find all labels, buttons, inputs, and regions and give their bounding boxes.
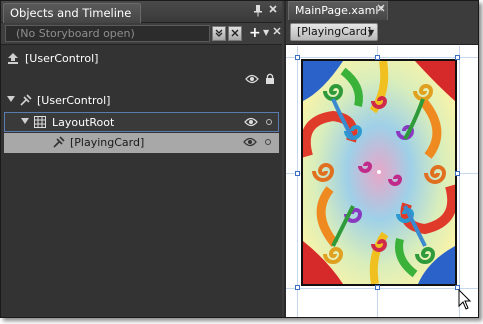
panel-titlebar: Objects and Timeline: [1, 1, 282, 23]
resize-handle-top-right[interactable]: [455, 55, 460, 60]
usercontrol-label: [UserControl]: [37, 94, 111, 107]
blend-window: Objects and Timeline (No Storyboard open…: [0, 0, 479, 318]
layoutroot-eye-icon[interactable]: [244, 117, 258, 127]
objects-and-timeline-panel: Objects and Timeline (No Storyboard open…: [1, 1, 282, 317]
resize-handle-bottom[interactable]: [375, 285, 380, 290]
guide-line-top: [286, 57, 478, 58]
storyboard-toolbar: (No Storyboard open) + ▼: [1, 23, 282, 45]
layoutroot-lock-dot-icon[interactable]: [266, 119, 272, 125]
layoutroot-label: LayoutRoot: [52, 116, 115, 129]
resize-handle-top-left[interactable]: [295, 55, 300, 60]
breadcrumb-label: [PlayingCard]: [297, 25, 372, 38]
pin-icon[interactable]: [253, 5, 263, 17]
design-surface-panel: MainPage.xaml* [PlayingCard] ▼: [284, 1, 478, 317]
document-tab-label: MainPage.xaml*: [295, 4, 384, 17]
breadcrumb-playingcard-button[interactable]: [PlayingCard] ▼: [290, 23, 378, 41]
resize-handle-top[interactable]: [375, 55, 380, 60]
document-tabbar: MainPage.xaml*: [286, 1, 478, 20]
resize-handle-bottom-left[interactable]: [295, 285, 300, 290]
close-storyboard-button[interactable]: [228, 26, 242, 41]
document-tab[interactable]: MainPage.xaml*: [288, 1, 388, 20]
playing-card-artwork[interactable]: [301, 59, 457, 286]
tree-item-usercontrol[interactable]: [UserControl]: [1, 91, 282, 111]
guide-line-right: [459, 46, 460, 317]
storyboard-dropdown-button[interactable]: [212, 26, 226, 41]
new-storyboard-button[interactable]: +: [249, 25, 261, 41]
playingcard-lock-dot-icon[interactable]: [265, 139, 271, 145]
close-document-icon[interactable]: [377, 4, 385, 15]
panel-title-tab[interactable]: Objects and Timeline: [3, 3, 141, 23]
visibility-all-eye-icon[interactable]: [245, 74, 259, 84]
scope-up-icon[interactable]: [7, 53, 19, 64]
guide-line-left: [297, 46, 298, 317]
tree-item-layoutroot[interactable]: LayoutRoot: [4, 112, 279, 132]
close-icon[interactable]: [268, 4, 278, 16]
scope-root-label: [UserControl]: [25, 52, 99, 65]
expand-layoutroot-chevron-icon[interactable]: [21, 118, 29, 124]
tree-item-playingcard[interactable]: [PlayingCard]: [4, 133, 279, 153]
resize-handle-right[interactable]: [455, 171, 460, 176]
object-tree: [UserControl] [UserControl] LayoutRoot […: [1, 45, 282, 317]
artboard[interactable]: [286, 46, 478, 317]
chevron-down-icon: ▼: [368, 28, 375, 37]
grid-icon: [34, 116, 46, 128]
playingcard-label: [PlayingCard]: [70, 136, 145, 149]
mouse-pointer-icon: [458, 288, 472, 311]
usercontrol-instance-icon: [53, 136, 65, 148]
expand-usercontrol-chevron-icon[interactable]: [7, 96, 15, 102]
breadcrumb-bar: [PlayingCard] ▼: [286, 20, 478, 45]
delete-storyboard-icon[interactable]: [272, 26, 282, 39]
usercontrol-icon: [20, 94, 32, 106]
playingcard-eye-icon[interactable]: [243, 137, 257, 147]
lock-all-icon[interactable]: [265, 73, 275, 84]
resize-handle-left[interactable]: [295, 171, 300, 176]
chevron-down-icon[interactable]: ▼: [263, 28, 269, 37]
storyboard-select[interactable]: (No Storyboard open): [5, 25, 210, 42]
scope-root-row[interactable]: [UserControl]: [1, 49, 282, 69]
guide-line-bottom: [286, 288, 478, 289]
swirl-artwork-image: [303, 61, 455, 284]
